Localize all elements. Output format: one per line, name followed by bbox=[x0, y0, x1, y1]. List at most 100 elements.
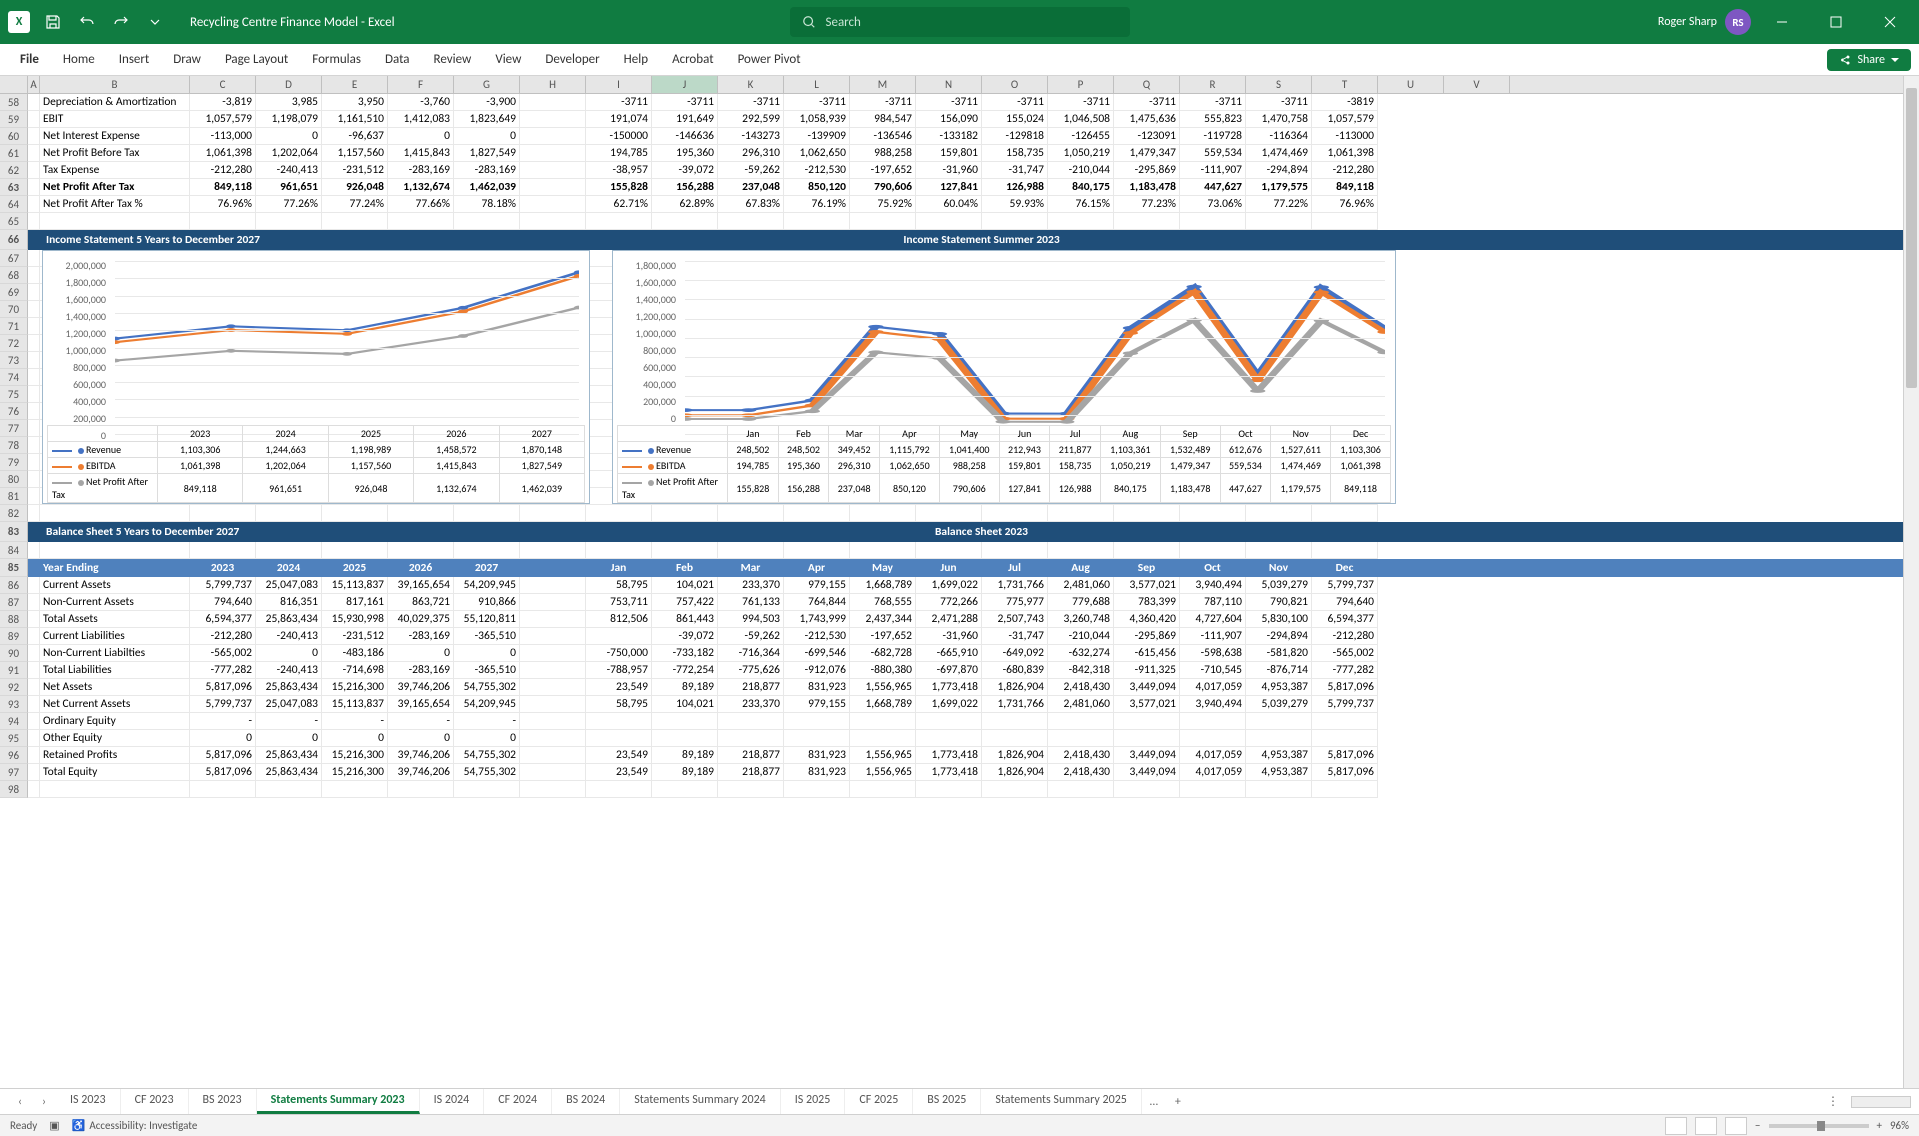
col-header-H[interactable]: H bbox=[520, 76, 586, 93]
sheet-tab[interactable]: IS 2023 bbox=[56, 1089, 121, 1114]
sheet-tab[interactable]: CF 2023 bbox=[121, 1089, 189, 1114]
col-header-G[interactable]: G bbox=[454, 76, 520, 93]
row-header[interactable]: 62 bbox=[0, 162, 28, 179]
minimize-icon[interactable] bbox=[1759, 0, 1805, 44]
sheet-tab[interactable]: BS 2023 bbox=[189, 1089, 257, 1114]
user-name[interactable]: Roger Sharp bbox=[1658, 15, 1717, 29]
zoom-in-icon[interactable]: + bbox=[1877, 1119, 1882, 1132]
row-header[interactable]: 64 bbox=[0, 196, 28, 213]
row-header[interactable]: 98 bbox=[0, 781, 28, 798]
row-label[interactable]: Net Interest Expense bbox=[40, 128, 190, 145]
row-header[interactable]: 73 bbox=[0, 352, 28, 369]
ribbon-tab-file[interactable]: File bbox=[8, 44, 51, 76]
close-icon[interactable] bbox=[1867, 0, 1913, 44]
col-header-F[interactable]: F bbox=[388, 76, 454, 93]
row-header[interactable]: 60 bbox=[0, 128, 28, 145]
row-label[interactable]: Tax Expense bbox=[40, 162, 190, 179]
sheet-nav-prev[interactable]: ‹ bbox=[8, 1090, 32, 1114]
sheet-tab[interactable]: IS 2025 bbox=[781, 1089, 846, 1114]
row-header[interactable]: 74 bbox=[0, 369, 28, 386]
row-label[interactable]: Retained Profits bbox=[40, 747, 190, 764]
row-header[interactable]: 61 bbox=[0, 145, 28, 162]
maximize-icon[interactable] bbox=[1813, 0, 1859, 44]
row-header[interactable]: 58 bbox=[0, 94, 28, 111]
vertical-scrollbar[interactable] bbox=[1903, 76, 1919, 1088]
row-label[interactable]: Ordinary Equity bbox=[40, 713, 190, 730]
sheet-tab[interactable]: CF 2024 bbox=[484, 1089, 552, 1114]
redo-icon[interactable] bbox=[110, 11, 132, 33]
col-header-C[interactable]: C bbox=[190, 76, 256, 93]
sheet-tab[interactable]: BS 2025 bbox=[913, 1089, 981, 1114]
col-header-A[interactable]: A bbox=[28, 76, 40, 93]
row-header[interactable]: 96 bbox=[0, 747, 28, 764]
sheet-tab[interactable]: Statements Summary 2024 bbox=[620, 1089, 781, 1114]
row-label[interactable]: Non-Current Liabilties bbox=[40, 645, 190, 662]
col-header-O[interactable]: O bbox=[982, 76, 1048, 93]
row-header[interactable]: 71 bbox=[0, 318, 28, 335]
ribbon-tab-data[interactable]: Data bbox=[373, 44, 422, 76]
ribbon-tab-home[interactable]: Home bbox=[51, 44, 107, 76]
ribbon-tab-help[interactable]: Help bbox=[612, 44, 660, 76]
row-header[interactable]: 70 bbox=[0, 301, 28, 318]
share-button[interactable]: Share bbox=[1827, 49, 1911, 71]
section-title-left[interactable]: Balance Sheet 5 Years to December 2027 bbox=[40, 522, 520, 542]
row-label[interactable]: Net Profit After Tax % bbox=[40, 196, 190, 213]
view-pagebreak-icon[interactable] bbox=[1725, 1117, 1747, 1135]
sheet-nav-next[interactable]: › bbox=[32, 1090, 56, 1114]
col-header-R[interactable]: R bbox=[1180, 76, 1246, 93]
ribbon-tab-formulas[interactable]: Formulas bbox=[300, 44, 373, 76]
undo-icon[interactable] bbox=[76, 11, 98, 33]
col-header-K[interactable]: K bbox=[718, 76, 784, 93]
row-header[interactable]: 78 bbox=[0, 437, 28, 454]
row-header[interactable]: 88 bbox=[0, 611, 28, 628]
row-label[interactable]: Total Liabilities bbox=[40, 662, 190, 679]
col-header-E[interactable]: E bbox=[322, 76, 388, 93]
chart-income-2023[interactable]: 1,800,0001,600,0001,400,0001,200,0001,00… bbox=[612, 250, 1396, 504]
sheet-more-icon[interactable]: … bbox=[1142, 1090, 1166, 1114]
accessibility-status[interactable]: Accessibility: Investigate bbox=[89, 1119, 197, 1132]
row-header[interactable]: 87 bbox=[0, 594, 28, 611]
row-label[interactable]: Non-Current Assets bbox=[40, 594, 190, 611]
row-header[interactable]: 90 bbox=[0, 645, 28, 662]
chart-income-5year[interactable]: 2,000,0001,800,0001,600,0001,400,0001,20… bbox=[42, 250, 590, 504]
row-header[interactable]: 97 bbox=[0, 764, 28, 781]
sheet-options-icon[interactable]: ⋮ bbox=[1821, 1090, 1845, 1114]
zoom-slider[interactable] bbox=[1769, 1124, 1869, 1128]
row-header[interactable]: 79 bbox=[0, 454, 28, 471]
zoom-level[interactable]: 96% bbox=[1890, 1119, 1909, 1132]
row-label[interactable]: Net Profit After Tax bbox=[40, 179, 190, 196]
col-header-B[interactable]: B bbox=[40, 76, 190, 93]
row-header[interactable]: 81 bbox=[0, 488, 28, 505]
column-headers[interactable]: ABCDEFGHIJKLMNOPQRSTUV bbox=[0, 76, 1919, 94]
sheet-tab[interactable]: Statements Summary 2025 bbox=[981, 1089, 1142, 1114]
col-header-V[interactable]: V bbox=[1444, 76, 1510, 93]
row-header[interactable]: 84 bbox=[0, 542, 28, 559]
row-header[interactable]: 59 bbox=[0, 111, 28, 128]
sheet-tab[interactable]: CF 2025 bbox=[845, 1089, 913, 1114]
ribbon-tab-review[interactable]: Review bbox=[422, 44, 484, 76]
row-label[interactable]: Net Assets bbox=[40, 679, 190, 696]
row-label[interactable] bbox=[40, 213, 190, 230]
row-header[interactable]: 93 bbox=[0, 696, 28, 713]
ribbon-tab-power-pivot[interactable]: Power Pivot bbox=[726, 44, 813, 76]
row-header[interactable]: 86 bbox=[0, 577, 28, 594]
col-header-Q[interactable]: Q bbox=[1114, 76, 1180, 93]
col-header-T[interactable]: T bbox=[1312, 76, 1378, 93]
row-header[interactable]: 82 bbox=[0, 505, 28, 522]
row-header[interactable]: 75 bbox=[0, 386, 28, 403]
row-label[interactable] bbox=[40, 505, 190, 522]
col-header-P[interactable]: P bbox=[1048, 76, 1114, 93]
accessibility-icon[interactable]: ♿ bbox=[72, 1119, 86, 1132]
zoom-out-icon[interactable]: − bbox=[1755, 1119, 1760, 1132]
sheet-tab[interactable]: Statements Summary 2023 bbox=[257, 1089, 420, 1114]
section-title-right[interactable]: Income Statement Summer 2023 bbox=[586, 230, 1378, 250]
row-header[interactable]: 69 bbox=[0, 284, 28, 301]
row-label[interactable]: Other Equity bbox=[40, 730, 190, 747]
ribbon-tab-developer[interactable]: Developer bbox=[533, 44, 611, 76]
row-header[interactable]: 72 bbox=[0, 335, 28, 352]
row-header[interactable]: 63 bbox=[0, 179, 28, 196]
horizontal-scrollbar[interactable] bbox=[1851, 1096, 1911, 1108]
ribbon-tab-insert[interactable]: Insert bbox=[107, 44, 162, 76]
sheet-tab[interactable]: IS 2024 bbox=[420, 1089, 485, 1114]
user-avatar[interactable]: RS bbox=[1725, 9, 1751, 35]
